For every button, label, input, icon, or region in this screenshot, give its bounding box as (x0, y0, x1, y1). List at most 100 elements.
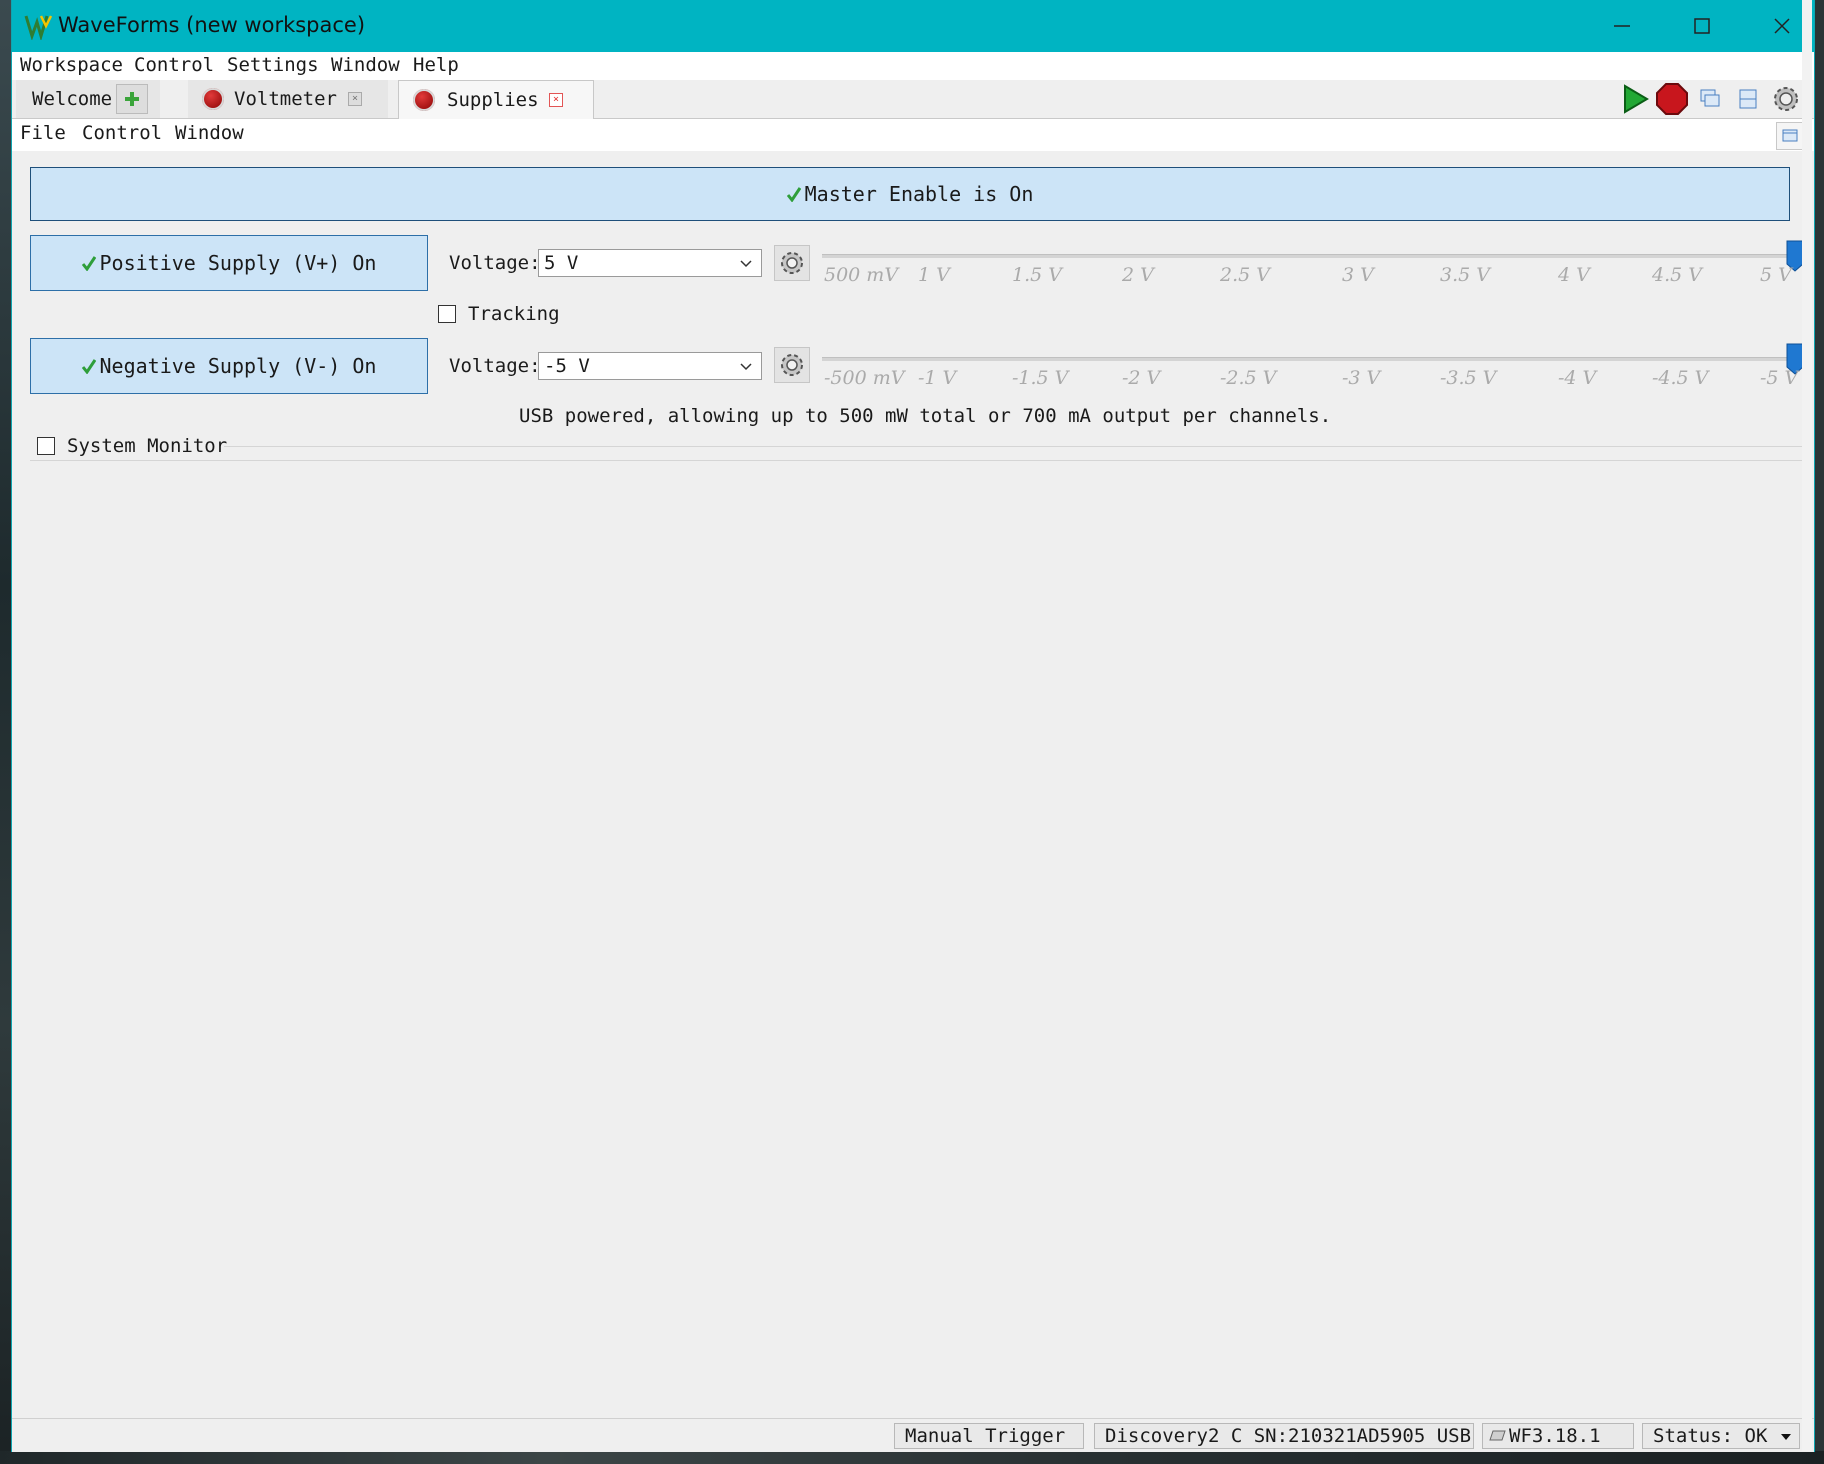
negative-tick-label: -3.5 V (1440, 367, 1497, 389)
desktop-background-bottom (0, 1451, 1824, 1464)
status-bar: Manual Trigger Discovery2 C SN:210321AD5… (12, 1418, 1814, 1452)
minimize-button[interactable] (1582, 0, 1662, 52)
manual-trigger-button[interactable]: Manual Trigger (894, 1423, 1084, 1449)
tab-supplies[interactable]: Supplies × (398, 80, 594, 119)
menu-window[interactable]: Window (331, 54, 400, 76)
tracking-label: Tracking (468, 303, 560, 325)
usb-power-info: USB powered, allowing up to 500 mW total… (519, 405, 1332, 427)
main-menu-bar: Workspace Control Settings Window Help (12, 52, 1814, 80)
tab-welcome[interactable]: Welcome (16, 80, 160, 118)
positive-supply-label: Positive Supply (V+) On (99, 251, 377, 275)
plus-icon (125, 92, 139, 106)
tab-voltmeter[interactable]: Voltmeter × (188, 80, 388, 118)
play-icon (1624, 84, 1649, 114)
instrument-menu-bar: File Control Window (12, 119, 1814, 151)
app-window: WaveForms (new workspace) Workspace Cont… (12, 0, 1814, 1452)
stopped-indicator-icon (413, 89, 435, 111)
positive-tick-label: 500 mV (824, 264, 899, 286)
negative-supply-button[interactable]: Negative Supply (V-) On (30, 338, 428, 394)
positive-tick-label: 4 V (1558, 264, 1590, 286)
caret-down-icon (1781, 1434, 1791, 1440)
system-monitor-group (30, 446, 1804, 461)
menu-workspace[interactable]: Workspace (20, 54, 123, 76)
menu-instrument-window[interactable]: Window (175, 122, 244, 144)
negative-tick-label: -1.5 V (1012, 367, 1069, 389)
stop-icon (1656, 83, 1688, 115)
negative-voltage-slider[interactable] (822, 357, 1802, 361)
version-label: WF3.18.1 (1509, 1425, 1601, 1447)
undock-icon (1782, 129, 1798, 142)
chevron-down-icon (740, 260, 752, 268)
options-button[interactable] (1768, 81, 1804, 117)
device-info[interactable]: Discovery2 C SN:210321AD5905 USB (1094, 1423, 1474, 1449)
desktop-background-right (1802, 0, 1812, 1451)
positive-supply-button[interactable]: Positive Supply (V+) On (30, 235, 428, 291)
split-horizontal-icon (1739, 89, 1757, 109)
positive-tick-label: 3.5 V (1440, 264, 1490, 286)
negative-tick-label: -500 mV (824, 367, 905, 389)
positive-voltage-value: 5 V (544, 252, 579, 274)
negative-tick-label: -4.5 V (1652, 367, 1709, 389)
tracking-checkbox[interactable] (438, 305, 456, 323)
stopped-indicator-icon (202, 88, 224, 110)
positive-tick-label: 3 V (1342, 264, 1374, 286)
positive-tick-label: 5 V (1760, 264, 1792, 286)
close-tab-icon[interactable]: × (549, 93, 563, 107)
windows-cascade-icon (1700, 89, 1720, 107)
tab-welcome-label: Welcome (32, 88, 113, 110)
gear-icon (1774, 87, 1798, 111)
checkmark-icon (786, 187, 801, 202)
gear-icon (781, 354, 803, 376)
negative-tick-label: -2.5 V (1220, 367, 1277, 389)
run-button[interactable] (1616, 81, 1652, 117)
instrument-tab-bar: Welcome Voltmeter × Supplies × (12, 80, 1814, 119)
menu-file[interactable]: File (20, 122, 66, 144)
positive-settings-button[interactable] (774, 245, 810, 281)
maximize-button[interactable] (1662, 0, 1742, 52)
split-view-button[interactable] (1730, 81, 1766, 117)
minimize-icon (1614, 25, 1630, 27)
positive-tick-label: 2.5 V (1220, 264, 1270, 286)
stop-button[interactable] (1654, 81, 1690, 117)
negative-settings-button[interactable] (774, 347, 810, 383)
positive-voltage-select[interactable]: 5 V (538, 249, 762, 277)
positive-tick-label: 1 V (918, 264, 950, 286)
master-enable-button[interactable]: Master Enable is On (30, 167, 1790, 221)
dock-windows-button[interactable] (1692, 81, 1728, 117)
positive-tick-label: 1.5 V (1012, 264, 1062, 286)
menu-control[interactable]: Control (134, 54, 214, 76)
negative-supply-label: Negative Supply (V-) On (99, 354, 377, 378)
menu-help[interactable]: Help (413, 54, 459, 76)
menu-instrument-control[interactable]: Control (82, 122, 162, 144)
checkmark-icon (81, 256, 96, 271)
negative-tick-label: -3 V (1342, 367, 1381, 389)
group-divider (224, 446, 1802, 447)
maximize-icon (1694, 18, 1710, 34)
checkmark-icon (81, 359, 96, 374)
status-dropdown[interactable]: Status: OK (1642, 1423, 1800, 1449)
tab-voltmeter-label: Voltmeter (234, 88, 337, 110)
positive-voltage-slider[interactable] (822, 254, 1802, 258)
negative-tick-label: -4 V (1558, 367, 1597, 389)
close-icon (1774, 18, 1790, 34)
chip-icon (1489, 1430, 1506, 1441)
title-bar: WaveForms (new workspace) (12, 0, 1814, 52)
window-title: WaveForms (new workspace) (58, 13, 366, 37)
version-info: WF3.18.1 (1482, 1423, 1634, 1449)
add-instrument-button[interactable] (116, 84, 148, 114)
positive-tick-label: 4.5 V (1652, 264, 1702, 286)
system-monitor-checkbox[interactable] (37, 437, 55, 455)
menu-settings[interactable]: Settings (227, 54, 319, 76)
close-tab-icon[interactable]: × (348, 92, 362, 106)
negative-tick-label: -1 V (918, 367, 957, 389)
master-enable-label: Master Enable is On (804, 182, 1034, 206)
negative-tick-label: -2 V (1122, 367, 1161, 389)
positive-tick-label: 2 V (1122, 264, 1154, 286)
negative-tick-label: -5 V (1760, 367, 1799, 389)
waveforms-logo-icon (24, 15, 53, 40)
negative-voltage-value: -5 V (544, 355, 590, 377)
status-label: Status: OK (1653, 1425, 1768, 1447)
undock-button[interactable] (1776, 122, 1804, 150)
negative-voltage-label: Voltage: (449, 355, 541, 377)
negative-voltage-select[interactable]: -5 V (538, 352, 762, 380)
